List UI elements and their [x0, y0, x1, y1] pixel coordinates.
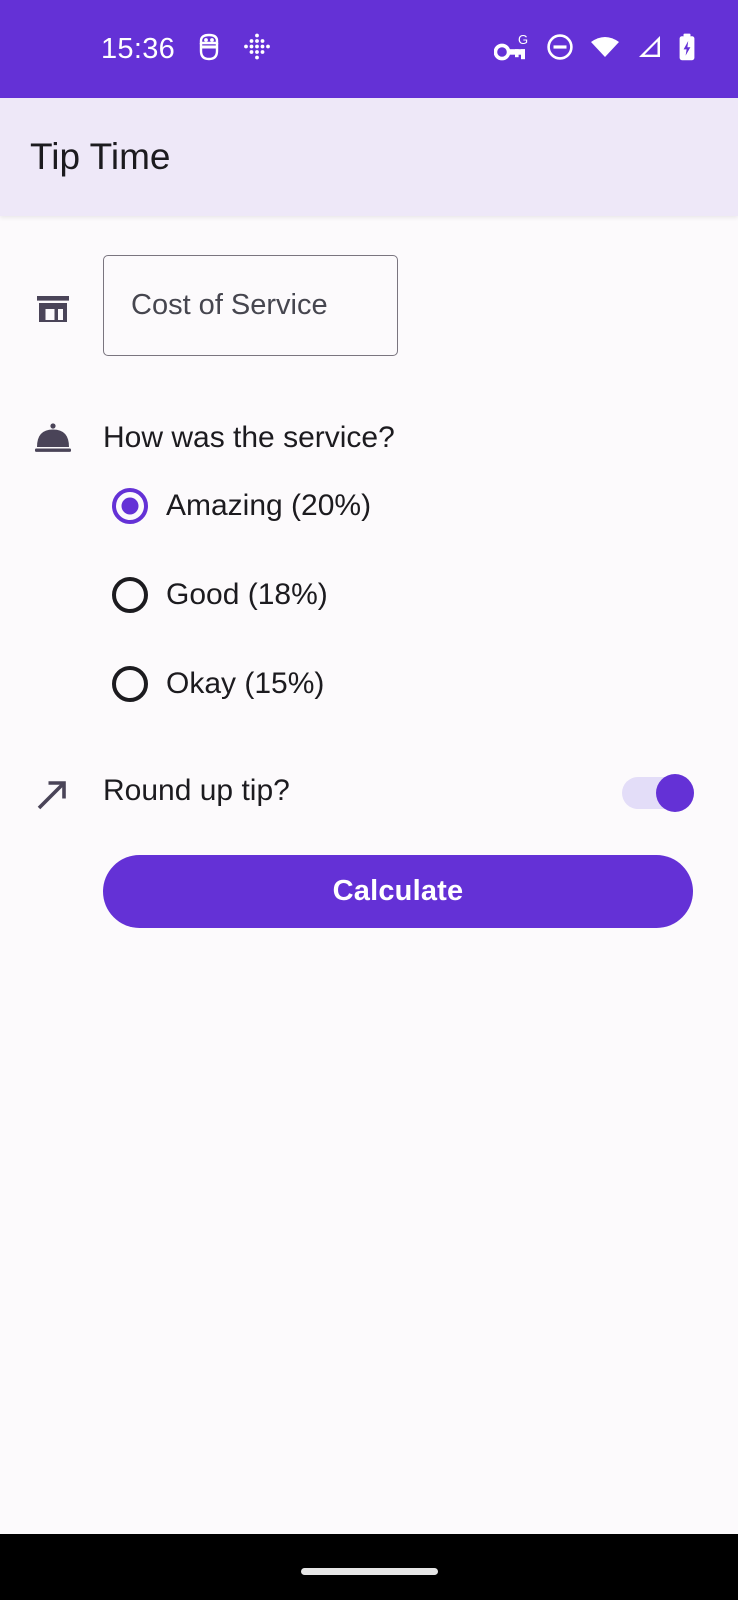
- app-title: Tip Time: [30, 136, 171, 177]
- radio-button-good[interactable]: [112, 577, 148, 613]
- service-question-row: How was the service?: [0, 413, 738, 463]
- tip-option-amazing[interactable]: Amazing (20%): [112, 484, 371, 528]
- status-bar-left-group: 15:36: [0, 33, 271, 66]
- battery-charging-icon: [678, 33, 696, 66]
- radio-button-okay[interactable]: [112, 666, 148, 702]
- status-bar: 15:36 G: [0, 0, 738, 98]
- svg-text:G: G: [518, 33, 528, 47]
- cost-of-service-row: Cost of Service: [0, 255, 738, 356]
- storefront-icon: [33, 288, 73, 328]
- cost-of-service-input[interactable]: Cost of Service: [103, 255, 398, 356]
- navigation-bar: [0, 1534, 738, 1600]
- app-bar: Tip Time: [0, 98, 738, 216]
- status-bar-right-group: G: [493, 32, 696, 66]
- service-question-label: How was the service?: [103, 421, 395, 454]
- round-up-label: Round up tip?: [103, 774, 290, 807]
- room-service-dome-icon: [33, 421, 73, 455]
- cost-of-service-placeholder: Cost of Service: [131, 289, 328, 321]
- wifi-icon: [590, 35, 620, 64]
- tip-option-label: Amazing (20%): [166, 489, 372, 522]
- do-not-disturb-icon: [546, 33, 574, 66]
- round-up-row: Round up tip?: [0, 763, 738, 823]
- status-bar-clock: 15:36: [101, 32, 176, 65]
- dotted-diamond-icon: [243, 33, 271, 66]
- calculate-button[interactable]: Calculate: [103, 855, 693, 928]
- switch-thumb: [656, 774, 694, 812]
- round-up-switch[interactable]: [622, 774, 694, 812]
- android-debug-icon: [197, 33, 221, 66]
- arrow-up-right-icon: [33, 776, 73, 814]
- cellular-signal-icon: [636, 35, 662, 64]
- main-content: Cost of Service How was the service? Ama…: [0, 216, 738, 1534]
- phone-screen: 15:36 G Tip Time Cost of Service How was…: [0, 0, 738, 1600]
- vpn-key-g-icon: G: [493, 32, 530, 66]
- gesture-pill[interactable]: [300, 1568, 438, 1575]
- tip-option-label: Okay (15%): [166, 667, 325, 700]
- tip-option-label: Good (18%): [166, 578, 328, 611]
- tip-option-good[interactable]: Good (18%): [112, 573, 328, 617]
- radio-button-amazing[interactable]: [112, 488, 148, 524]
- tip-option-okay[interactable]: Okay (15%): [112, 662, 324, 706]
